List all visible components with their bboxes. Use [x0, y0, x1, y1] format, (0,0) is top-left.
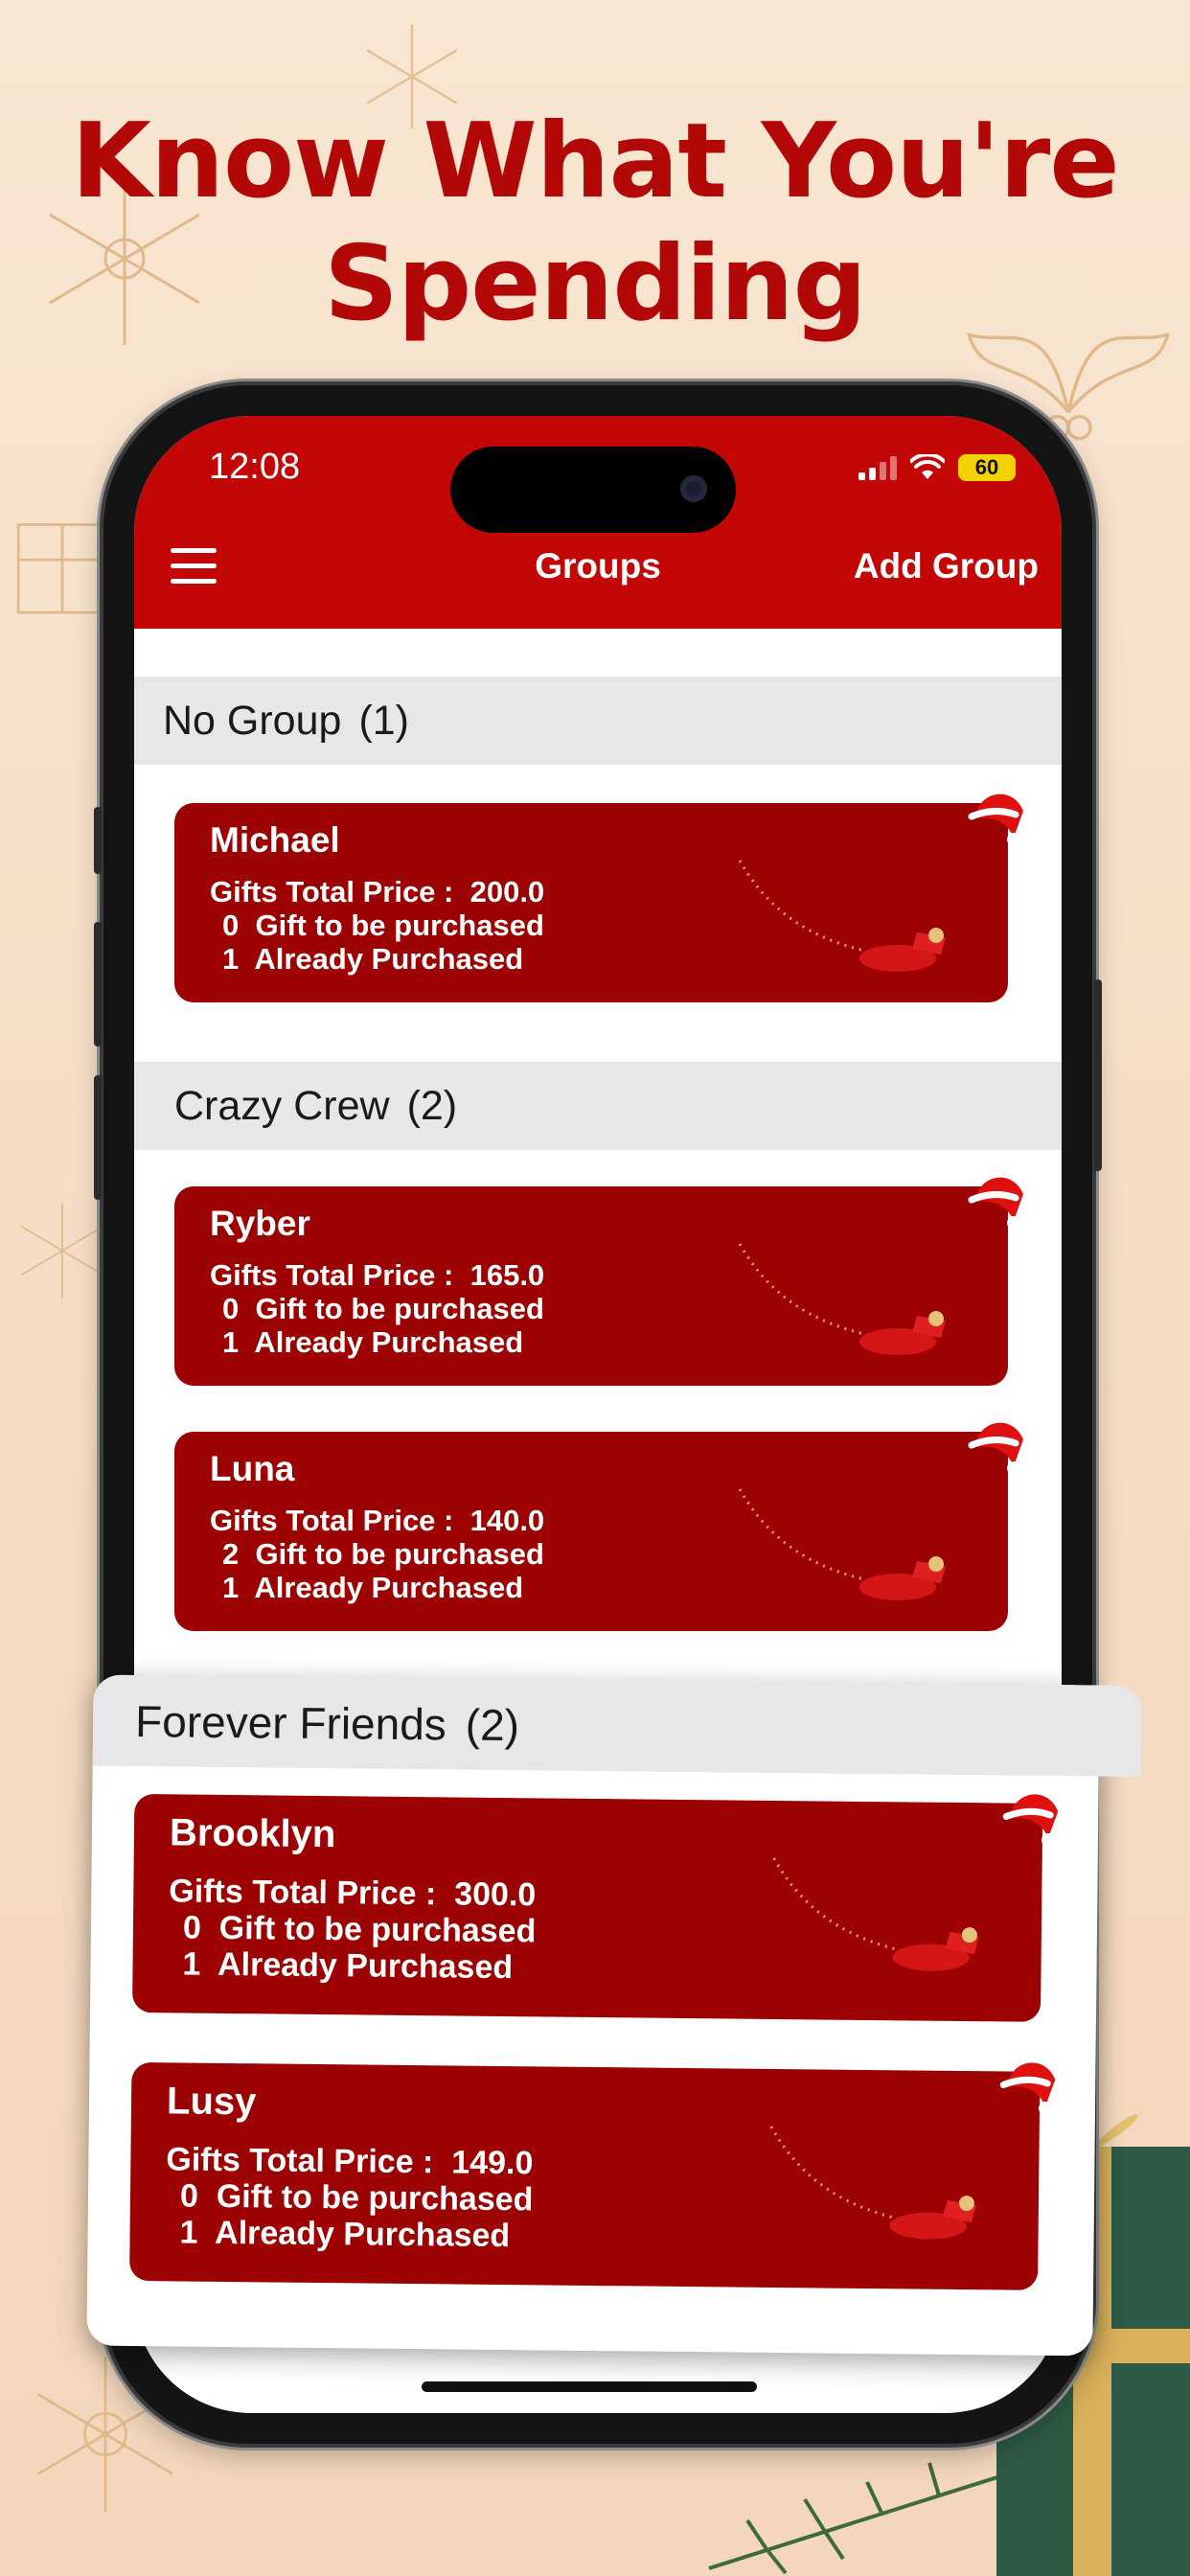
status-icons: 60 — [858, 454, 1016, 481]
group-count: (1) — [358, 697, 409, 744]
sparkle-gift-icon — [738, 860, 946, 972]
price-label: Gifts Total Price : — [210, 875, 454, 908]
purchased-label: Already Purchased — [217, 1945, 514, 1987]
camera-icon — [680, 475, 707, 502]
to-purchase-count: 0 — [222, 908, 240, 942]
to-purchase-count: 0 — [182, 1909, 202, 1946]
to-purchase-label: Gift to be purchased — [216, 2177, 534, 2219]
purchased-label: Already Purchased — [254, 1325, 524, 1359]
total-price: 300.0 — [454, 1875, 537, 1914]
signal-icon — [858, 455, 897, 480]
person-card-michael[interactable]: Michael Gifts Total Price : 200.0 0 Gift… — [174, 794, 1023, 1002]
to-purchase-label: Gift to be purchased — [255, 1292, 544, 1325]
app-bar: 12:08 60 Groups Add Group — [134, 416, 1062, 629]
power-button — [1094, 979, 1102, 1171]
dynamic-island — [450, 447, 736, 533]
total-price: 165.0 — [469, 1258, 545, 1292]
sparkle-gift-icon — [738, 1243, 946, 1355]
purchased-count: 1 — [179, 2214, 198, 2251]
marketing-headline: Know What You're Spending — [0, 101, 1190, 346]
person-name: Lusy — [166, 2080, 257, 2124]
santa-hat-icon — [968, 1177, 1023, 1230]
purchased-count: 1 — [182, 1945, 201, 1983]
sparkle-gift-icon — [772, 1857, 979, 1971]
home-indicator[interactable] — [422, 2381, 757, 2392]
to-purchase-label: Gift to be purchased — [218, 1909, 537, 1950]
total-price: 140.0 — [469, 1504, 545, 1537]
santa-hat-icon — [999, 2062, 1056, 2115]
person-card-lusy[interactable]: Lusy Gifts Total Price : 149.0 0 Gift to… — [129, 2061, 1056, 2290]
total-price: 200.0 — [469, 875, 545, 908]
total-price: 149.0 — [451, 2144, 534, 2182]
group-title: Crazy Crew — [174, 1082, 390, 1129]
price-label: Gifts Total Price : — [169, 1873, 437, 1913]
santa-hat-icon — [1002, 1794, 1059, 1847]
status-time: 12:08 — [209, 447, 301, 487]
group-title: No Group — [163, 697, 342, 744]
volume-down-button — [94, 1075, 102, 1200]
purchased-count: 1 — [222, 1571, 240, 1604]
battery-icon: 60 — [958, 454, 1016, 481]
headline-line-2: Spending — [324, 224, 867, 344]
purchased-label: Already Purchased — [214, 2214, 511, 2255]
group-count: (2) — [406, 1082, 458, 1129]
price-label: Gifts Total Price : — [166, 2141, 434, 2181]
group-header-no-group[interactable]: No Group (1) — [134, 677, 1062, 765]
purchased-count: 1 — [222, 942, 240, 976]
snowflake-decoration-icon — [20, 1203, 104, 1299]
sparkle-gift-icon — [769, 2126, 976, 2240]
santa-hat-icon — [968, 1422, 1023, 1475]
add-group-button[interactable]: Add Group — [854, 546, 1039, 586]
purchased-label: Already Purchased — [254, 942, 524, 976]
person-card-ryber[interactable]: Ryber Gifts Total Price : 165.0 0 Gift t… — [174, 1177, 1023, 1386]
price-label: Gifts Total Price : — [210, 1504, 454, 1537]
group-title: Forever Friends — [134, 1695, 447, 1749]
forever-friends-group-panel: Forever Friends (2) Brooklyn Gifts Total… — [86, 1674, 1142, 2357]
santa-hat-icon — [968, 794, 1023, 846]
purchased-label: Already Purchased — [254, 1571, 524, 1604]
group-count: (2) — [465, 1699, 520, 1750]
group-header-crazy-crew[interactable]: Crazy Crew (2) — [134, 1062, 1062, 1150]
price-label: Gifts Total Price : — [210, 1258, 454, 1292]
person-card-luna[interactable]: Luna Gifts Total Price : 140.0 2 Gift to… — [174, 1422, 1023, 1631]
group-header-forever-friends[interactable]: Forever Friends (2) — [92, 1674, 1142, 1777]
action-button — [94, 807, 102, 874]
person-name: Michael — [210, 820, 340, 860]
wifi-icon — [910, 454, 945, 479]
gift-box-decoration-icon — [16, 523, 108, 614]
to-purchase-label: Gift to be purchased — [255, 1537, 544, 1571]
volume-up-button — [94, 922, 102, 1046]
to-purchase-label: Gift to be purchased — [255, 908, 544, 942]
to-purchase-count: 0 — [179, 2177, 199, 2215]
sparkle-gift-icon — [738, 1488, 946, 1600]
headline-line-1: Know What You're — [71, 102, 1119, 221]
person-name: Ryber — [210, 1204, 310, 1243]
person-card-brooklyn[interactable]: Brooklyn Gifts Total Price : 300.0 0 Gif… — [132, 1793, 1059, 2022]
purchased-count: 1 — [222, 1325, 240, 1359]
to-purchase-count: 2 — [222, 1537, 240, 1571]
person-name: Luna — [210, 1449, 295, 1488]
to-purchase-count: 0 — [222, 1292, 240, 1325]
person-name: Brooklyn — [169, 1811, 336, 1856]
